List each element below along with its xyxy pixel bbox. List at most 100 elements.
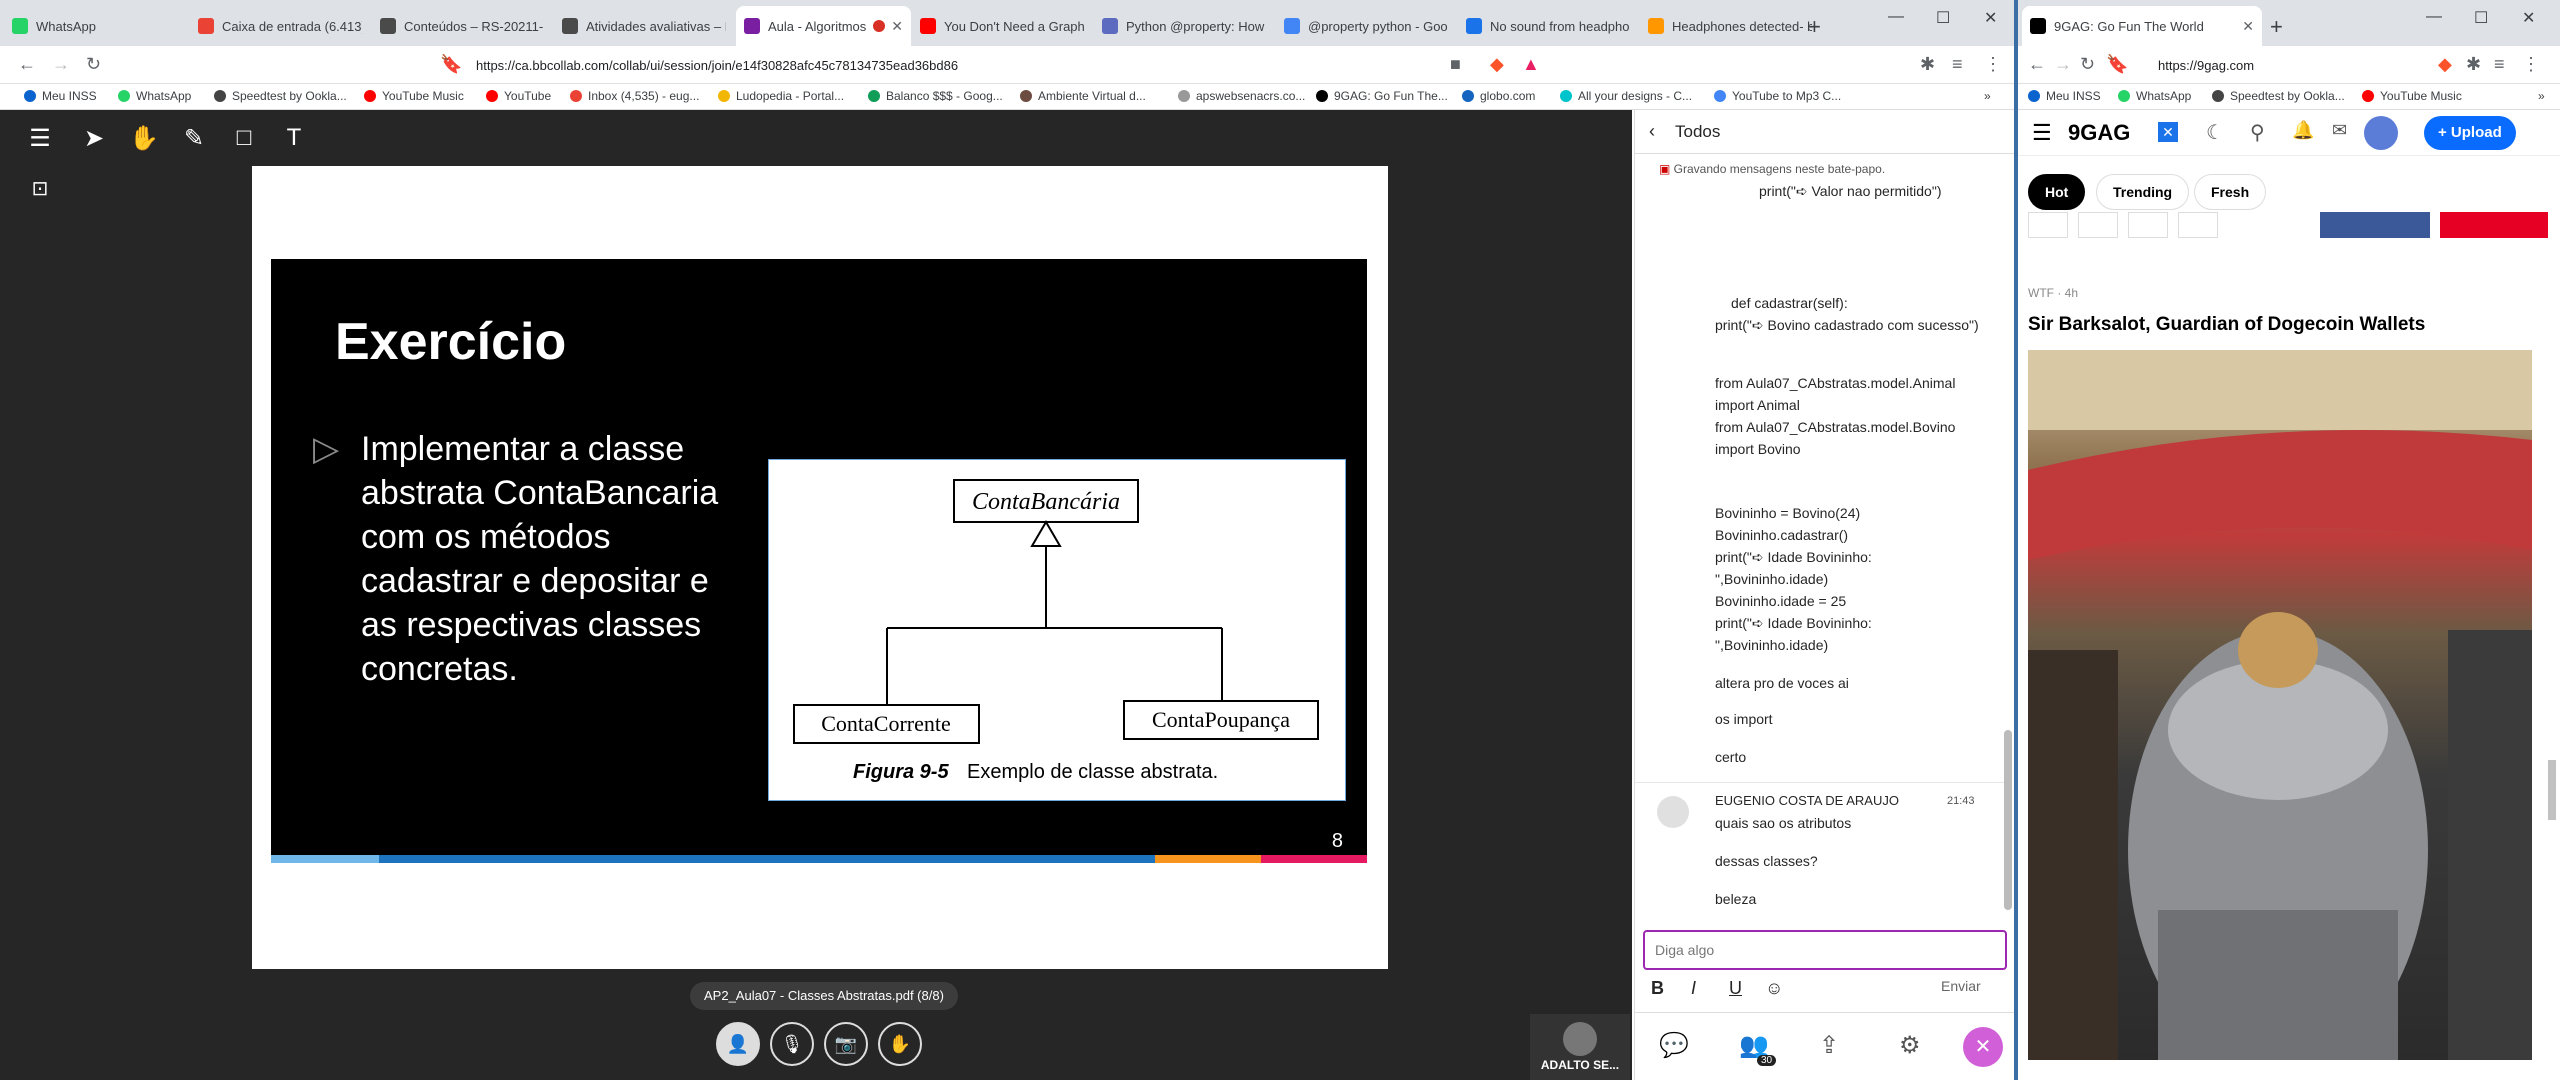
- share-content-icon[interactable]: ⇪: [1819, 1031, 1839, 1060]
- bookmark-item[interactable]: Speedtest by Ookla...: [214, 89, 347, 103]
- tab-no-sound[interactable]: No sound from headphon: [1458, 6, 1638, 46]
- bookmark-item[interactable]: Meu INSS: [2028, 89, 2101, 103]
- bookmark-item[interactable]: globo.com: [1462, 89, 1535, 103]
- pointer-tool-icon[interactable]: ➤: [74, 118, 114, 158]
- mute-mic-button[interactable]: 🎙: [770, 1022, 814, 1066]
- my-avatar-button[interactable]: 👤: [716, 1022, 760, 1066]
- avatar[interactable]: [2364, 116, 2398, 150]
- tab-python-property[interactable]: Python @property: How to: [1094, 6, 1274, 46]
- notification-icon[interactable]: 🔔: [2292, 120, 2314, 141]
- bold-button[interactable]: B: [1651, 978, 1664, 999]
- chat-tab-icon[interactable]: 💬: [1659, 1031, 1689, 1060]
- back-icon[interactable]: ←: [2028, 54, 2046, 75]
- close-window-button[interactable]: ✕: [2522, 8, 2535, 28]
- send-button[interactable]: Enviar: [1941, 978, 1981, 994]
- tab-conteudos[interactable]: Conteúdos – RS-20211-FS: [372, 6, 552, 46]
- underline-button[interactable]: U: [1729, 978, 1742, 999]
- tab-google-search[interactable]: @property python - Goog: [1276, 6, 1456, 46]
- minimize-button[interactable]: —: [2426, 8, 2442, 26]
- chat-input[interactable]: Diga algo: [1643, 930, 2007, 970]
- bookmark-item[interactable]: Balanco $$$ - Goog...: [868, 89, 1003, 103]
- bookmark-item[interactable]: Speedtest by Ookla...: [2212, 89, 2345, 103]
- tab-fresh[interactable]: Fresh: [2194, 174, 2267, 210]
- camera-off-button[interactable]: 📷: [824, 1022, 868, 1066]
- media-icon[interactable]: ≡: [2494, 54, 2505, 75]
- new-tab-button[interactable]: +: [2270, 14, 2283, 40]
- maximize-button[interactable]: ☐: [1936, 8, 1950, 28]
- media-icon[interactable]: ≡: [1952, 54, 1963, 75]
- bookmark-item[interactable]: YouTube Music: [364, 89, 464, 103]
- collab-menu-icon[interactable]: ☰: [20, 118, 60, 158]
- pen-tool-icon[interactable]: ✎: [174, 118, 214, 158]
- emoji-icon[interactable]: ☺: [1765, 978, 1783, 999]
- chat-scrollbar[interactable]: [2004, 730, 2012, 910]
- dark-mode-icon[interactable]: ☾: [2206, 120, 2224, 145]
- maximize-button[interactable]: ☐: [2474, 8, 2488, 28]
- bookmark-item[interactable]: Meu INSS: [24, 89, 97, 103]
- reload-icon[interactable]: ↻: [86, 54, 101, 75]
- url-bar[interactable]: https://ca.bbcollab.com/collab/ui/sessio…: [476, 54, 958, 78]
- url-bar[interactable]: https://9gag.com: [2158, 54, 2254, 78]
- app-icon[interactable]: ✕: [2158, 122, 2178, 142]
- close-tab-icon[interactable]: ✕: [891, 18, 903, 35]
- 9gag-logo[interactable]: 9GAG: [2068, 120, 2130, 146]
- brave-shield-icon[interactable]: ◆: [2438, 54, 2452, 75]
- camera-icon[interactable]: ■: [1450, 54, 1461, 75]
- tab-headphones[interactable]: Headphones detected- bu: [1640, 6, 1820, 46]
- bookmark-item[interactable]: YouTube to Mp3 C...: [1714, 89, 1841, 103]
- chat-icon[interactable]: ✉: [2332, 120, 2347, 141]
- text-tool-icon[interactable]: T: [274, 118, 314, 158]
- extensions-icon[interactable]: ✱: [2466, 54, 2481, 75]
- more-button[interactable]: [2178, 212, 2218, 238]
- bookmark-item[interactable]: All your designs - C...: [1560, 89, 1692, 103]
- facebook-share-button[interactable]: [2320, 212, 2430, 238]
- bookmark-item[interactable]: apswebsenacrs.co...: [1178, 89, 1305, 103]
- presenter-tile[interactable]: ADALTO SE...: [1530, 1014, 1630, 1080]
- menu-icon[interactable]: ⋮: [1984, 54, 2002, 75]
- tab-atividades[interactable]: Atividades avaliativas – RS: [554, 6, 734, 46]
- close-tab-icon[interactable]: ✕: [2242, 18, 2254, 35]
- bookmark-item[interactable]: Ludopedia - Portal...: [718, 89, 844, 103]
- bookmark-item[interactable]: Ambiente Virtual d...: [1020, 89, 1146, 103]
- bookmark-item[interactable]: WhatsApp: [2118, 89, 2191, 103]
- bookmark-icon[interactable]: 🔖: [440, 54, 462, 75]
- reload-icon[interactable]: ↻: [2080, 54, 2095, 75]
- back-icon[interactable]: ←: [18, 54, 36, 75]
- italic-button[interactable]: I: [1691, 978, 1696, 999]
- search-icon[interactable]: ⚲: [2250, 120, 2265, 145]
- more-bookmarks-icon[interactable]: »: [2538, 89, 2545, 103]
- extensions-icon[interactable]: ✱: [1920, 54, 1935, 75]
- forward-icon[interactable]: →: [2054, 54, 2072, 75]
- zoom-fit-icon[interactable]: ⊡: [20, 168, 60, 208]
- downvote-button[interactable]: [2078, 212, 2118, 238]
- post-image[interactable]: [2028, 350, 2532, 1060]
- tab-gmail[interactable]: Caixa de entrada (6.413) -: [190, 6, 370, 46]
- bookmark-item[interactable]: WhatsApp: [118, 89, 191, 103]
- pinterest-share-button[interactable]: [2440, 212, 2548, 238]
- tab-aula-active[interactable]: Aula - Algoritmos ✕: [736, 6, 911, 46]
- back-chevron-icon[interactable]: ‹: [1649, 121, 1655, 142]
- raise-hand-button[interactable]: ✋: [878, 1022, 922, 1066]
- comment-button[interactable]: [2128, 212, 2168, 238]
- brave-rewards-icon[interactable]: ▲: [1522, 54, 1540, 75]
- settings-icon[interactable]: ⚙: [1899, 1031, 1921, 1060]
- menu-icon[interactable]: ⋮: [2522, 54, 2540, 75]
- new-tab-button[interactable]: +: [1808, 14, 1821, 40]
- brave-shield-icon[interactable]: ◆: [1490, 54, 1504, 75]
- close-window-button[interactable]: ✕: [1984, 8, 1997, 28]
- bookmark-icon[interactable]: 🔖: [2106, 54, 2128, 75]
- more-bookmarks-icon[interactable]: »: [1984, 89, 1991, 103]
- bookmark-item[interactable]: YouTube: [486, 89, 551, 103]
- hamburger-menu-icon[interactable]: ☰: [2032, 120, 2052, 146]
- bookmark-item[interactable]: YouTube Music: [2362, 89, 2462, 103]
- forward-icon[interactable]: →: [52, 54, 70, 75]
- tab-trending[interactable]: Trending: [2096, 174, 2190, 210]
- tab-youtube[interactable]: You Don't Need a Graphic: [912, 6, 1092, 46]
- page-scrollbar[interactable]: [2548, 760, 2556, 820]
- upvote-button[interactable]: [2028, 212, 2068, 238]
- tab-hot[interactable]: Hot: [2028, 174, 2086, 210]
- bookmark-item[interactable]: 9GAG: Go Fun The...: [1316, 89, 1448, 103]
- tab-whatsapp[interactable]: WhatsApp: [4, 6, 189, 46]
- tab-9gag[interactable]: 9GAG: Go Fun The World ✕: [2022, 6, 2262, 46]
- pan-tool-icon[interactable]: ✋: [124, 118, 164, 158]
